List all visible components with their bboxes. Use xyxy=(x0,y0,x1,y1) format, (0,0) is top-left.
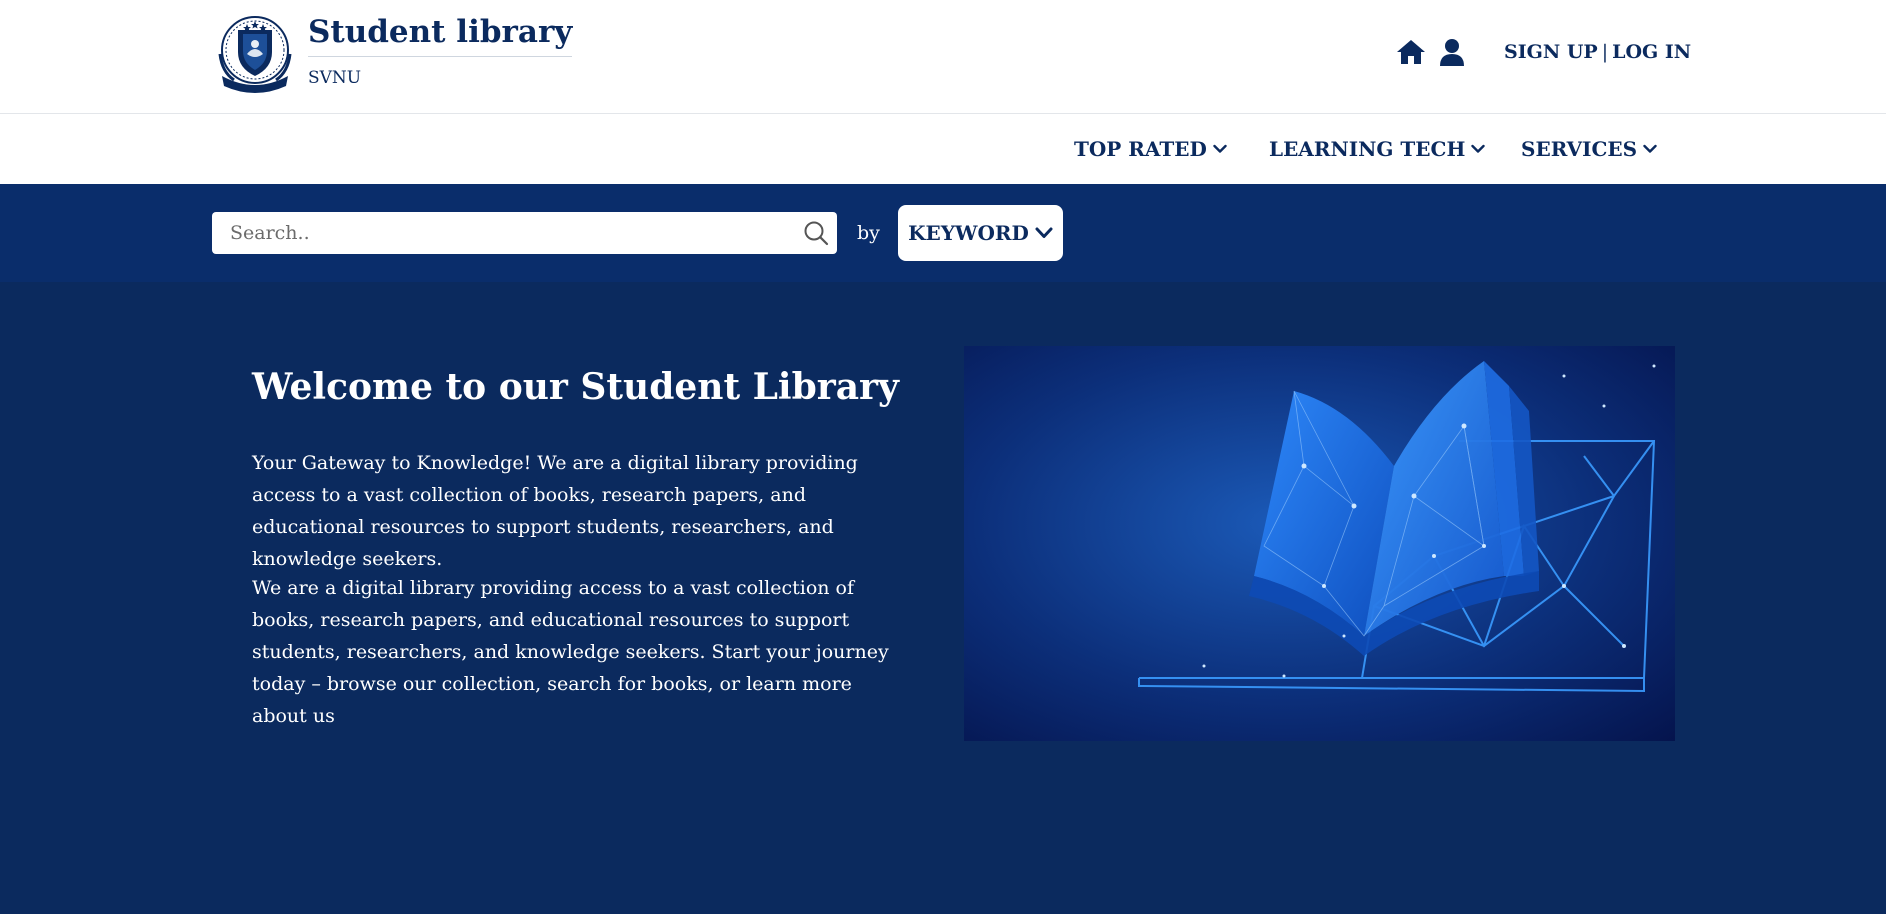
search-by-label: by xyxy=(857,222,880,244)
nav-item-services[interactable]: SERVICES xyxy=(1521,137,1657,161)
university-crest-logo[interactable] xyxy=(216,14,294,94)
chevron-down-icon xyxy=(1643,144,1657,153)
search-input[interactable] xyxy=(230,212,790,254)
chevron-down-icon xyxy=(1471,144,1486,153)
chevron-down-icon xyxy=(1213,144,1227,153)
nav-item-label: LEARNING TECH xyxy=(1269,137,1466,161)
home-icon[interactable] xyxy=(1396,38,1426,66)
main-nav: TOP RATED LEARNING TECH SERVICES xyxy=(0,114,1886,184)
user-icon[interactable] xyxy=(1440,38,1464,66)
nav-item-top-rated[interactable]: TOP RATED xyxy=(1074,137,1227,161)
hero-section: Welcome to our Student Library Your Gate… xyxy=(0,282,1886,914)
hero-description-paragraph: We are a digital library providing acces… xyxy=(252,577,889,727)
sign-up-link[interactable]: SIGN UP xyxy=(1504,41,1598,63)
search-icon[interactable] xyxy=(803,220,829,246)
search-filter-label: KEYWORD xyxy=(908,221,1029,245)
hero-title: Welcome to our Student Library xyxy=(252,366,899,408)
search-filter-dropdown[interactable]: KEYWORD xyxy=(898,205,1063,261)
nav-item-label: SERVICES xyxy=(1521,137,1638,161)
brand-subtitle: SVNU xyxy=(308,68,362,88)
chevron-down-icon xyxy=(1035,227,1053,238)
nav-item-label: TOP RATED xyxy=(1074,137,1207,161)
log-in-link[interactable]: LOG IN xyxy=(1612,41,1691,63)
hero-illustration xyxy=(964,346,1675,741)
search-bar: by KEYWORD xyxy=(0,184,1886,282)
auth-separator: | xyxy=(1601,41,1609,63)
brand-title[interactable]: Student library xyxy=(308,12,573,57)
nav-item-learning-tech[interactable]: LEARNING TECH xyxy=(1269,137,1486,161)
top-header: Student library SVNU SIGN UP | LOG IN xyxy=(0,0,1886,114)
search-box xyxy=(212,212,837,254)
auth-links: SIGN UP | LOG IN xyxy=(1504,40,1691,64)
hero-intro-paragraph: Your Gateway to Knowledge! We are a digi… xyxy=(252,452,858,570)
